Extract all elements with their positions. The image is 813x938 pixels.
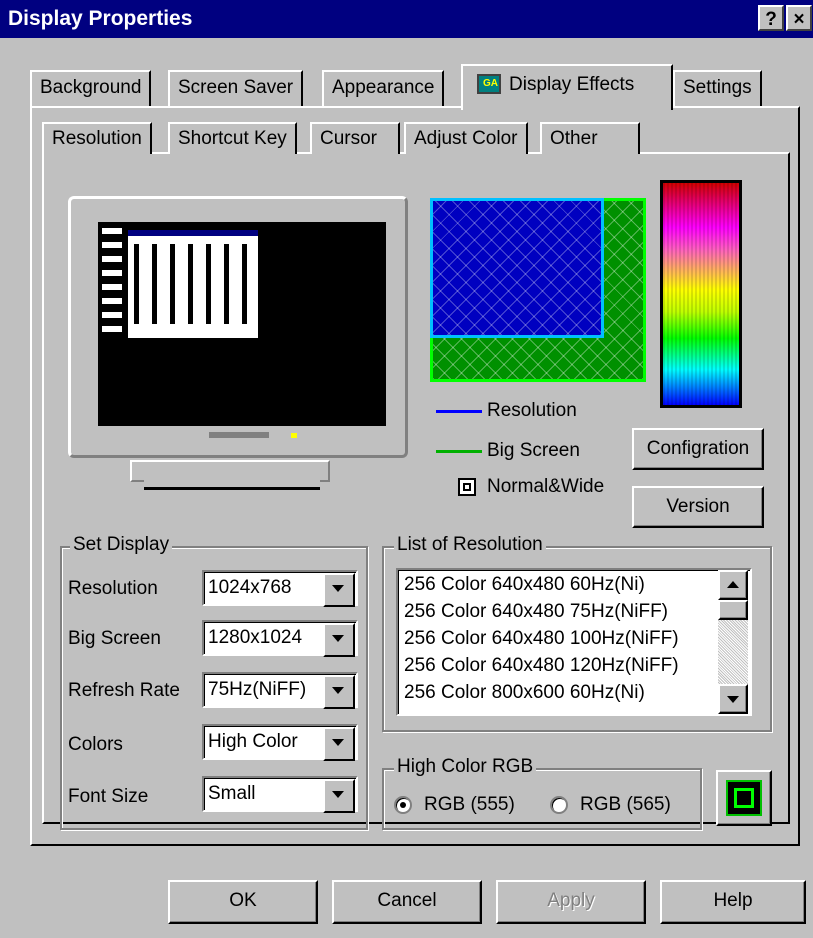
font-size-dropdown-button[interactable] [323,779,355,813]
subtab-other[interactable]: Other [540,122,640,154]
subtab-adjust-color[interactable]: Adjust Color [404,122,528,154]
window-thumbnail [128,230,258,338]
tab-display-effects-label: Display Effects [509,74,635,95]
colors-combo-value: High Color [208,731,298,752]
tab-screen-saver[interactable]: Screen Saver [168,70,304,106]
color-spectrum [660,180,742,408]
big-screen-dropdown-button[interactable] [323,623,355,657]
refresh-rate-combo[interactable]: 75Hz(NiFF) [202,672,358,709]
font-size-combo-value: Small [208,783,256,804]
help-title-button[interactable]: ? [758,5,784,31]
resolution-legend-label: Resolution [487,400,577,421]
list-item[interactable]: 256 Color 640x480 60Hz(Ni) [404,574,645,596]
window-title: Display Properties [8,7,193,30]
monitor-image [68,196,408,458]
rgb-555-label: RGB (555) [424,794,515,815]
chevron-down-icon [332,687,344,694]
chevron-down-icon [727,696,739,703]
normal-wide-label: Normal&Wide [487,476,605,497]
help-button[interactable]: Help [660,880,806,924]
rgb-565-radio[interactable] [550,796,568,814]
monitor-stand [130,460,330,482]
tab-display-effects[interactable]: GA Display Effects [461,64,673,110]
resolution-preview [430,198,604,338]
resolution-combo[interactable]: 1024x768 [202,570,358,607]
scroll-down-button[interactable] [718,684,748,714]
chevron-down-icon [332,791,344,798]
resolution-list-title: List of Resolution [394,534,546,556]
colors-combo[interactable]: High Color [202,724,358,761]
big-screen-legend-line [436,450,482,453]
refresh-rate-label: Refresh Rate [68,680,180,701]
desktop-icons [102,228,122,336]
cancel-button[interactable]: Cancel [332,880,482,924]
chevron-down-icon [332,635,344,642]
refresh-rate-combo-value: 75Hz(NiFF) [208,679,307,700]
tab-appearance[interactable]: Appearance [322,70,445,106]
list-item[interactable]: 256 Color 640x480 100Hz(NiFF) [404,628,679,650]
big-screen-combo-value: 1280x1024 [208,627,303,648]
monitor-vents [209,432,269,438]
list-item[interactable]: 256 Color 640x480 75Hz(NiFF) [404,601,668,623]
font-size-label: Font Size [68,786,149,807]
rgb-565-label: RGB (565) [580,794,671,815]
chevron-down-icon [332,585,344,592]
tab-settings[interactable]: Settings [673,70,762,106]
list-item[interactable]: 256 Color 800x600 60Hz(Ni) [404,682,645,704]
rgb-group-title: High Color RGB [394,756,537,778]
big-screen-label: Big Screen [68,628,161,649]
monitor-base [144,480,320,490]
list-scrollbar[interactable] [718,570,748,714]
subtab-resolution[interactable]: Resolution [42,122,152,154]
close-title-button[interactable]: × [786,5,812,31]
resolution-combo-value: 1024x768 [208,577,292,598]
scroll-thumb[interactable] [718,600,748,620]
colors-label: Colors [68,734,123,755]
tab-background[interactable]: Background [30,70,152,106]
subtab-cursor[interactable]: Cursor [310,122,400,154]
fullscreen-button[interactable] [716,770,772,826]
title-bar: Display Properties ? × [0,0,813,38]
rgb-555-radio[interactable] [394,796,412,814]
colors-dropdown-button[interactable] [323,727,355,761]
chevron-up-icon [727,581,739,588]
subtab-shortcut-key[interactable]: Shortcut Key [168,122,297,154]
ok-button[interactable]: OK [168,880,318,924]
list-item[interactable]: 256 Color 640x480 120Hz(NiFF) [404,655,679,677]
apply-button[interactable]: Apply [496,880,646,924]
resolution-dropdown-button[interactable] [323,573,355,607]
big-screen-combo[interactable]: 1280x1024 [202,620,358,657]
resolution-label: Resolution [68,578,158,599]
normal-wide-checkbox[interactable] [458,478,476,496]
scroll-up-button[interactable] [718,570,748,600]
chevron-down-icon [332,739,344,746]
big-screen-legend-label: Big Screen [487,440,580,461]
resolution-listbox[interactable]: 256 Color 640x480 60Hz(Ni) 256 Color 640… [396,568,752,716]
display-effects-icon: GA [477,74,501,94]
font-size-combo[interactable]: Small [202,776,358,813]
version-button[interactable]: Version [632,486,764,528]
power-led [291,433,297,438]
configuration-button[interactable]: Configration [632,428,764,470]
fullscreen-icon [726,780,762,816]
refresh-rate-dropdown-button[interactable] [323,675,355,709]
resolution-legend-line [436,410,482,413]
set-display-title: Set Display [70,534,173,556]
monitor-screen [98,222,386,426]
